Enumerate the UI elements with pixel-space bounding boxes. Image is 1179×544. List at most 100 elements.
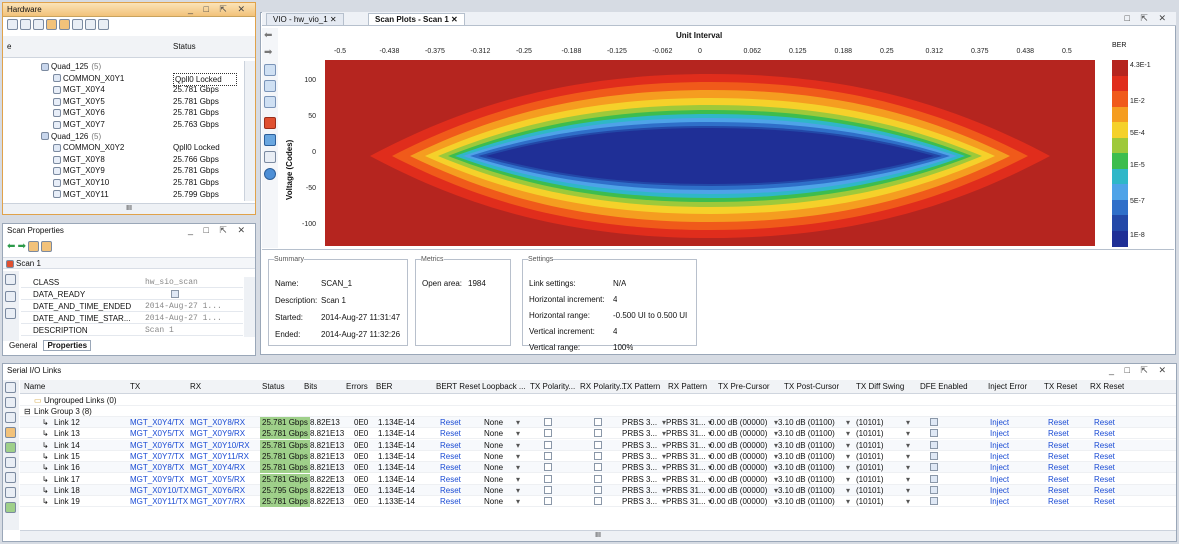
tab-properties[interactable]: Properties	[43, 340, 92, 351]
hardware-vscrollbar[interactable]	[244, 61, 255, 201]
column-header[interactable]: RX Polarity...	[580, 382, 626, 391]
rx-reset-button[interactable]: Reset	[1094, 485, 1115, 496]
tx-diff-swing-select[interactable]: (10101)	[856, 451, 884, 462]
data-ready-checkbox[interactable]	[171, 290, 179, 298]
rx-polarity-checkbox[interactable]	[594, 463, 602, 472]
inject-error-button[interactable]: Inject	[990, 417, 1009, 428]
inject-error-button[interactable]: Inject	[990, 451, 1009, 462]
property-row[interactable]: CLASS hw_sio_scan	[21, 277, 243, 288]
rx-polarity-checkbox[interactable]	[594, 497, 602, 506]
link-row[interactable]: ↳ Link 19 MGT_X0Y11/TX MGT_X0Y7/RX 25.781 Gb…	[20, 496, 1176, 508]
hw-tree-row[interactable]: MGT_X0Y10 25.781 Gbps	[3, 177, 243, 188]
props-vscrollbar[interactable]	[244, 277, 255, 337]
create-link-icon[interactable]	[5, 427, 16, 438]
tx-pattern-select[interactable]: PRBS 3...	[622, 451, 657, 462]
link-row[interactable]: ↳ Link 17 MGT_X0Y9/TX MGT_X0Y5/RX 25.781 Gbp…	[20, 473, 1176, 485]
dfe-enabled-checkbox[interactable]	[930, 497, 938, 506]
tx-precursor-select[interactable]: 0.00 dB (00000)	[710, 440, 767, 451]
column-header[interactable]: RX Reset	[1090, 382, 1124, 391]
rx-pattern-select[interactable]: PRBS 31...	[666, 485, 706, 496]
dfe-enabled-checkbox[interactable]	[930, 451, 938, 460]
column-header[interactable]: TX Polarity...	[530, 382, 575, 391]
tx-postcursor-select[interactable]: 3.10 dB (01100)	[778, 417, 835, 428]
export-icon[interactable]	[264, 151, 276, 163]
dfe-enabled-checkbox[interactable]	[930, 485, 938, 494]
column-header[interactable]: TX Reset	[1044, 382, 1077, 391]
tx-reset-button[interactable]: Reset	[1048, 485, 1069, 496]
tx-polarity-checkbox[interactable]	[544, 485, 552, 494]
rx-pattern-select[interactable]: PRBS 31...	[666, 440, 706, 451]
refresh-plot-icon[interactable]	[264, 134, 276, 146]
hardware-hscrollbar[interactable]: III	[3, 203, 255, 214]
rx-pattern-select[interactable]: PRBS 31...	[666, 496, 706, 507]
collapse-all-icon[interactable]	[20, 19, 31, 30]
dfe-enabled-checkbox[interactable]	[930, 463, 938, 472]
expand-icon[interactable]	[5, 308, 16, 319]
rx-pattern-select[interactable]: PRBS 31...	[666, 417, 706, 428]
window-controls[interactable]: _ □ ⇱ ✕	[1109, 364, 1170, 377]
tab-general[interactable]: General	[9, 341, 37, 350]
tx-precursor-select[interactable]: 0.00 dB (00000)	[710, 485, 767, 496]
hw-tree-row[interactable]: Quad_125 (5)	[3, 61, 243, 72]
tx-diff-swing-select[interactable]: (10101)	[856, 440, 884, 451]
bert-reset-button[interactable]: Reset	[440, 485, 461, 496]
search-icon[interactable]	[5, 382, 16, 393]
tx-pattern-select[interactable]: PRBS 3...	[622, 496, 657, 507]
window-controls[interactable]: _ □ ⇱ ✕	[188, 224, 249, 237]
loopback-select[interactable]: None	[484, 496, 503, 507]
bert-reset-button[interactable]: Reset	[440, 451, 461, 462]
expand-all-icon[interactable]	[5, 412, 16, 423]
hw-tree-row[interactable]: MGT_X0Y9 25.781 Gbps	[3, 165, 243, 176]
tx-reset-button[interactable]: Reset	[1048, 428, 1069, 439]
rx-polarity-checkbox[interactable]	[594, 451, 602, 460]
column-header[interactable]: TX Diff Swing	[856, 382, 904, 391]
tx-reset-button[interactable]: Reset	[1048, 474, 1069, 485]
delete-icon[interactable]	[5, 472, 16, 483]
bert-reset-button[interactable]: Reset	[440, 462, 461, 473]
back-arrow-icon[interactable]: ⬅	[7, 241, 15, 252]
create-group-icon[interactable]	[5, 442, 16, 453]
tx-pattern-select[interactable]: PRBS 3...	[622, 474, 657, 485]
dfe-enabled-checkbox[interactable]	[930, 474, 938, 483]
tx-postcursor-select[interactable]: 3.10 dB (01100)	[778, 485, 835, 496]
column-header[interactable]: Loopback ...	[482, 382, 526, 391]
hw-tree-row[interactable]: COMMON_X0Y2 Qpll0 Locked	[3, 142, 243, 153]
link-row[interactable]: ↳ Link 14 MGT_X0Y6/TX MGT_X0Y10/RX 25.781 Gb…	[20, 439, 1176, 451]
tx-pattern-select[interactable]: PRBS 3...	[622, 440, 657, 451]
hw-tree-row[interactable]: MGT_X0Y8 25.766 Gbps	[3, 154, 243, 165]
dfe-enabled-checkbox[interactable]	[930, 429, 938, 438]
tx-pattern-select[interactable]: PRBS 3...	[622, 462, 657, 473]
tx-polarity-checkbox[interactable]	[544, 429, 552, 438]
tx-diff-swing-select[interactable]: (10101)	[856, 462, 884, 473]
loopback-select[interactable]: None	[484, 474, 503, 485]
hw-tree-row[interactable]: COMMON_X0Y1 Qpll0 Locked	[3, 72, 243, 86]
tx-precursor-select[interactable]: 0.00 dB (00000)	[710, 451, 767, 462]
property-row[interactable]: DATE_AND_TIME_STAR... 2014-Aug-27 1...	[21, 313, 243, 324]
hw-tree-row[interactable]: MGT_X0Y4 25.781 Gbps	[3, 84, 243, 95]
column-header[interactable]: DFE Enabled	[920, 382, 968, 391]
hw-tree-row[interactable]: MGT_X0Y5 25.781 Gbps	[3, 96, 243, 107]
tx-polarity-checkbox[interactable]	[544, 474, 552, 483]
run-icon[interactable]	[72, 19, 83, 30]
expand-all-icon[interactable]	[33, 19, 44, 30]
scan-icon[interactable]	[5, 502, 16, 513]
bert-reset-button[interactable]: Reset	[440, 474, 461, 485]
rx-reset-button[interactable]: Reset	[1094, 417, 1115, 428]
tx-postcursor-select[interactable]: 3.10 dB (01100)	[778, 428, 835, 439]
tab-vio[interactable]: VIO - hw_vio_1 ✕	[266, 13, 344, 26]
tx-pattern-select[interactable]: PRBS 3...	[622, 485, 657, 496]
tx-reset-button[interactable]: Reset	[1048, 417, 1069, 428]
rx-reset-button[interactable]: Reset	[1094, 451, 1115, 462]
column-header[interactable]: BERT Reset	[436, 382, 480, 391]
tx-diff-swing-select[interactable]: (10101)	[856, 474, 884, 485]
rx-reset-button[interactable]: Reset	[1094, 496, 1115, 507]
bert-reset-button[interactable]: Reset	[440, 440, 461, 451]
property-row[interactable]: DATE_AND_TIME_ENDED 2014-Aug-27 1...	[21, 301, 243, 312]
tx-polarity-checkbox[interactable]	[544, 463, 552, 472]
loopback-select[interactable]: None	[484, 462, 503, 473]
tx-diff-swing-select[interactable]: (10101)	[856, 496, 884, 507]
zoom-out-icon[interactable]	[264, 80, 276, 92]
inject-error-button[interactable]: Inject	[990, 440, 1009, 451]
editor-window-controls[interactable]: □ ⇱ ✕	[1124, 13, 1170, 24]
rx-reset-button[interactable]: Reset	[1094, 428, 1115, 439]
